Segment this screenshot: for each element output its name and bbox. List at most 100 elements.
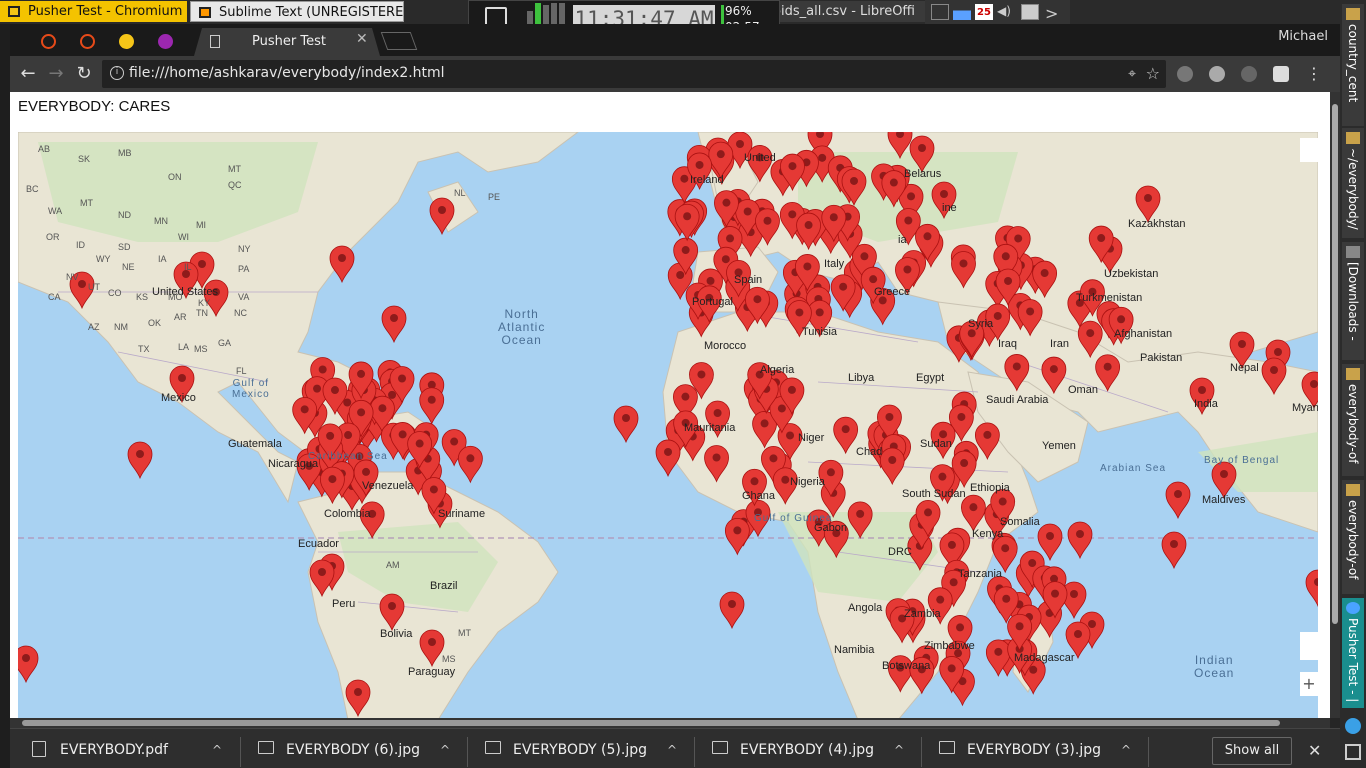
zoom-in-button[interactable]: + (1300, 672, 1318, 696)
close-icon[interactable]: ✕ (1308, 741, 1321, 760)
map-marker[interactable] (992, 535, 1018, 574)
keyboard-icon[interactable] (931, 4, 949, 20)
map-marker[interactable] (1305, 569, 1318, 608)
ublock-icon[interactable] (1241, 66, 1257, 82)
map-marker[interactable] (329, 245, 355, 284)
place-label: Turkmenistan (1076, 292, 1143, 304)
state-abbr-label: MB (118, 148, 132, 158)
place-label: United (744, 152, 776, 164)
scroll-thumb[interactable] (1332, 104, 1338, 624)
reload-icon[interactable]: ↻ (72, 62, 96, 86)
place-label: Bolivia (380, 628, 413, 640)
volume-icon[interactable]: ◀) (997, 4, 1015, 20)
side-item[interactable]: everybody-of (1342, 480, 1364, 594)
screen-icon[interactable] (1021, 4, 1039, 20)
chevron-up-icon[interactable]: ^ (667, 735, 677, 765)
side-item[interactable]: country_cent (1342, 4, 1364, 126)
purple-circle-icon (158, 34, 173, 49)
vertical-scrollbar[interactable] (1330, 92, 1340, 718)
scroll-thumb[interactable] (22, 720, 1280, 726)
chevron-up-icon[interactable]: ^ (894, 735, 904, 765)
map-marker[interactable] (724, 517, 750, 556)
map-marker[interactable] (18, 645, 39, 684)
location-icon[interactable]: ⌖ (1128, 66, 1136, 82)
pinned-tab[interactable] (108, 29, 144, 55)
side-item[interactable]: ~/everybody/ (1342, 128, 1364, 238)
state-abbr-label: MN (154, 216, 168, 226)
place-label: Brazil (430, 580, 458, 592)
ocean-label: Indian Ocean (1194, 653, 1235, 680)
address-bar[interactable]: i file:///home/ashkarav/everybody/index2… (102, 60, 1166, 88)
download-item[interactable]: EVERYBODY (3).jpg ^ (939, 735, 1139, 765)
ocean-label: Bay of Bengal (1204, 455, 1280, 466)
side-item[interactable]: everybody-of (1342, 364, 1364, 476)
pinned-tab[interactable] (69, 29, 105, 55)
map-marker[interactable] (1067, 521, 1093, 560)
map-marker[interactable] (1037, 523, 1063, 562)
chevron-up-icon[interactable]: ^ (1121, 735, 1131, 765)
map-marker[interactable] (127, 441, 153, 480)
side-item-active[interactable]: Pusher Test - | (1342, 598, 1364, 708)
star-icon[interactable]: ☆ (1146, 64, 1160, 83)
app-icon[interactable] (1345, 718, 1361, 734)
taskbar-item-chromium[interactable]: Pusher Test - Chromium (0, 1, 187, 22)
download-item[interactable]: EVERYBODY.pdf ^ (32, 735, 232, 765)
extension-icon[interactable] (1209, 66, 1225, 82)
place-label: Angola (848, 602, 883, 614)
place-label: Kenya (972, 528, 1004, 540)
horizontal-scrollbar[interactable] (10, 718, 1330, 728)
place-label: Greece (874, 286, 911, 298)
fullscreen-icon[interactable] (1300, 138, 1318, 162)
download-item[interactable]: EVERYBODY (6).jpg ^ (258, 735, 458, 765)
ocean-label: Arabian Sea (1100, 463, 1167, 474)
info-icon[interactable]: i (110, 66, 124, 80)
side-item[interactable]: [Downloads - (1342, 242, 1364, 360)
tab-pusher-test[interactable]: Pusher Test ✕ (194, 28, 380, 56)
map-marker[interactable] (655, 439, 681, 478)
pinned-tab[interactable] (30, 29, 66, 55)
place-label: Algeria (760, 364, 795, 376)
network-icon[interactable] (953, 4, 971, 20)
extension-icon[interactable] (1273, 66, 1289, 82)
map-marker[interactable] (419, 387, 445, 425)
extension-icon[interactable] (1177, 66, 1193, 82)
page-icon (210, 35, 220, 48)
map-marker[interactable] (613, 405, 639, 444)
close-icon[interactable]: ✕ (356, 31, 368, 47)
desktop-icon[interactable] (1345, 744, 1361, 760)
map-marker[interactable] (674, 203, 700, 242)
calendar-icon[interactable]: 25 (975, 4, 993, 20)
place-label: ine (942, 202, 957, 214)
state-abbr-label: WY (96, 254, 111, 264)
pegman-icon[interactable] (1300, 632, 1318, 660)
pinned-tab[interactable] (147, 29, 183, 55)
profile-name[interactable]: Michael (1278, 29, 1328, 44)
place-label: Suriname (438, 508, 486, 520)
map-marker[interactable] (457, 445, 483, 484)
chevron-right-icon[interactable]: > (1045, 4, 1063, 23)
taskbar-item-sublime[interactable]: Sublime Text (UNREGISTERED) (190, 1, 404, 22)
chevron-up-icon[interactable]: ^ (212, 735, 222, 765)
download-item[interactable]: EVERYBODY (4).jpg ^ (712, 735, 912, 765)
map-marker[interactable] (1211, 461, 1237, 500)
place-label: Mexico (161, 392, 196, 404)
forward-arrow-icon[interactable]: → (44, 62, 68, 86)
chevron-up-icon[interactable]: ^ (440, 735, 450, 765)
map-marker[interactable] (719, 591, 745, 630)
map-marker[interactable] (381, 305, 407, 344)
place-label: Guatemala (228, 438, 282, 450)
ocean-label: North Atlantic Ocean (498, 307, 546, 347)
menu-icon[interactable]: ⋮ (1302, 62, 1326, 86)
download-item[interactable]: EVERYBODY (5).jpg ^ (485, 735, 685, 765)
yellow-circle-icon (119, 34, 134, 49)
back-arrow-icon[interactable]: ← (16, 62, 40, 86)
map-marker[interactable] (1165, 481, 1191, 520)
world-map[interactable]: North Atlantic Ocean Gulf of Mexico Arab… (18, 132, 1318, 718)
place-label: Mauritania (684, 422, 736, 434)
map-marker[interactable] (1161, 531, 1187, 570)
place-label: Morocco (704, 340, 747, 352)
image-file-icon (712, 741, 728, 754)
new-tab-button[interactable] (380, 32, 418, 50)
show-all-button[interactable]: Show all (1212, 737, 1292, 765)
browser-window: Pusher Test ✕ Michael ← → ↻ i file:///ho… (10, 24, 1340, 768)
